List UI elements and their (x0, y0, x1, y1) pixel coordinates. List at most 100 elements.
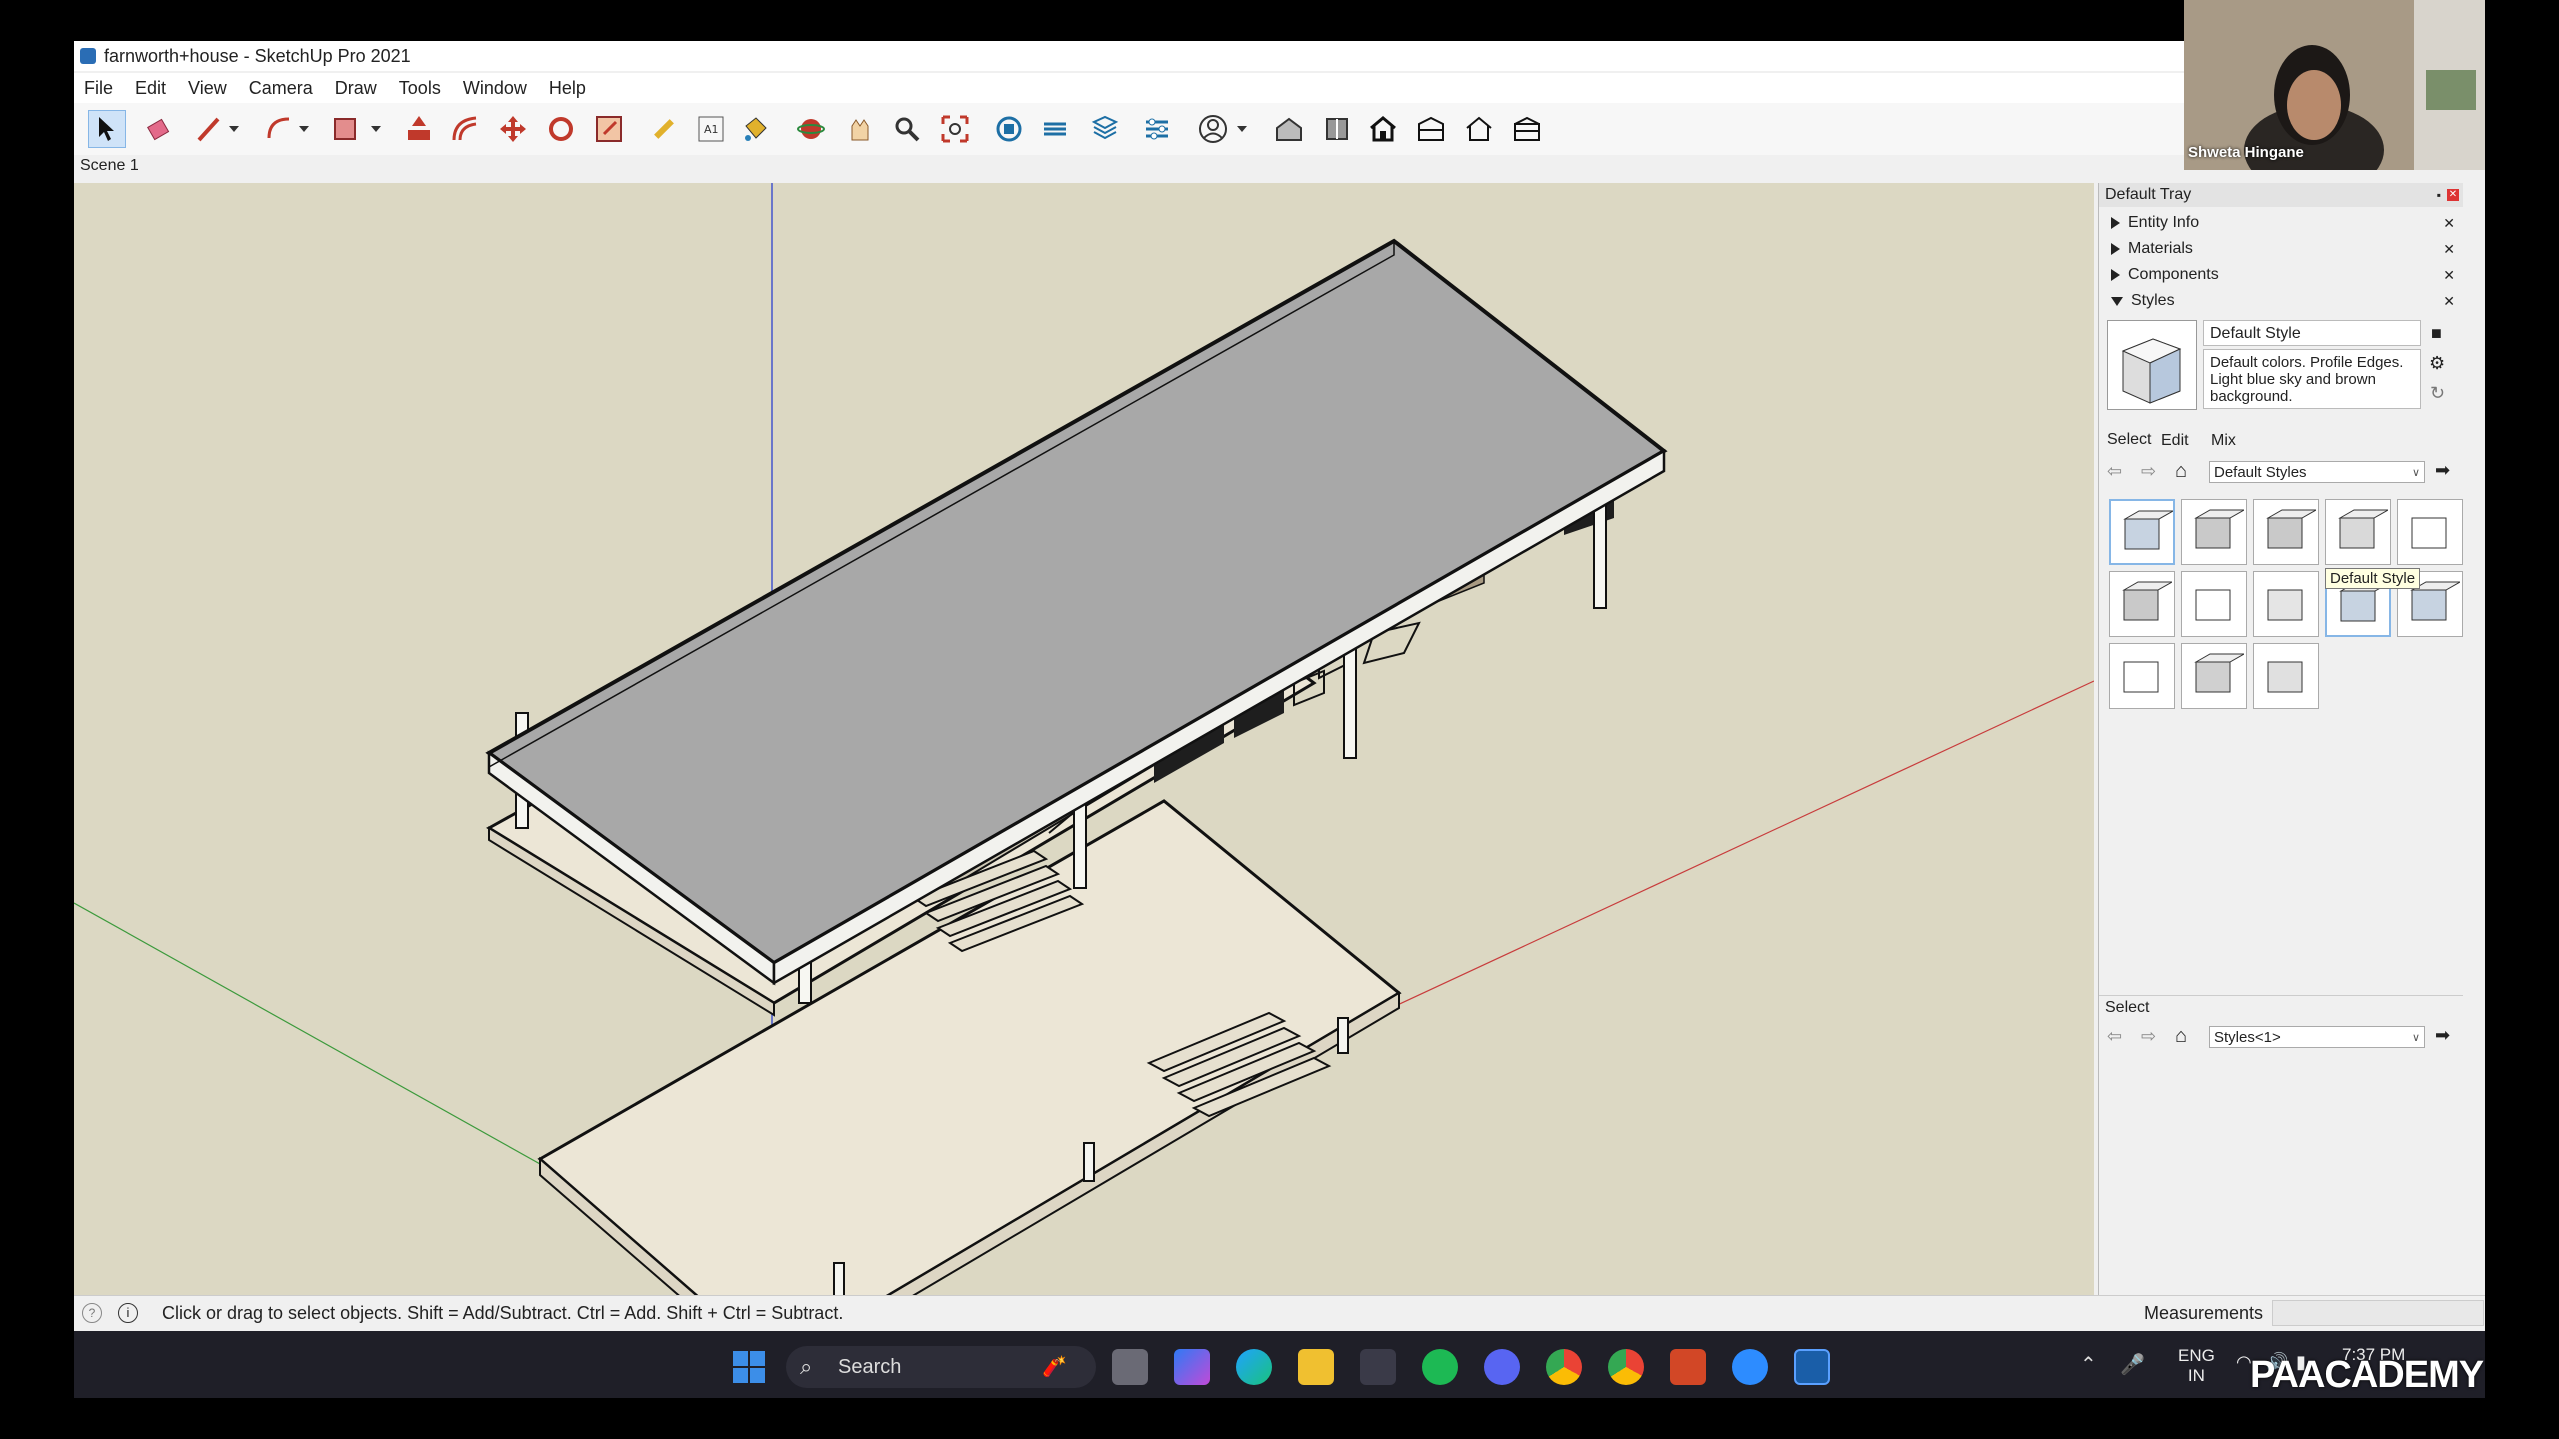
house-icon-1[interactable] (1364, 110, 1402, 148)
details-arrow-icon[interactable]: ➡ (2435, 460, 2450, 481)
move-icon[interactable] (494, 110, 532, 148)
style-description-field[interactable]: Default colors. Profile Edges. Light blu… (2203, 349, 2421, 409)
menu-window[interactable]: Window (453, 78, 539, 99)
scale-icon[interactable] (590, 110, 628, 148)
pin-icon[interactable]: ▪ (2437, 188, 2441, 202)
close-icon[interactable]: ✕ (2443, 215, 2455, 232)
style-swatch[interactable] (2181, 643, 2247, 709)
geo-location-icon[interactable]: ? (82, 1303, 102, 1323)
forward-arrow-icon[interactable]: ⇨ (2141, 1026, 2156, 1047)
windows-start-icon[interactable] (732, 1350, 766, 1384)
home-icon[interactable]: ⌂ (2175, 1025, 2187, 1048)
house-icon-2[interactable] (1412, 110, 1450, 148)
close-icon[interactable]: ✕ (2443, 267, 2455, 284)
tab-select[interactable]: Select (2107, 431, 2151, 449)
powerpoint-icon[interactable] (1670, 1349, 1706, 1385)
rectangle-tool-icon[interactable] (326, 110, 364, 148)
eraser-icon[interactable] (140, 110, 178, 148)
style-swatch[interactable] (2109, 499, 2175, 565)
dropdown-arrow-icon[interactable] (296, 110, 312, 148)
style-swatch[interactable] (2109, 571, 2175, 637)
warehouse-icon[interactable] (990, 110, 1028, 148)
style-name-field[interactable]: Default Style (2203, 320, 2421, 346)
dropdown-arrow-icon[interactable] (368, 110, 384, 148)
home-icon[interactable]: ⌂ (2175, 460, 2187, 483)
microphone-icon[interactable]: 🎤 (2120, 1352, 2145, 1377)
model-styles-select[interactable]: Styles<1> ∨ (2209, 1026, 2425, 1048)
extension-warehouse-icon[interactable] (1036, 110, 1074, 148)
style-collection-select[interactable]: Default Styles ∨ (2209, 461, 2425, 483)
copilot-icon[interactable] (1174, 1349, 1210, 1385)
instructor-info-icon[interactable]: i (118, 1303, 138, 1323)
menu-help[interactable]: Help (539, 78, 598, 99)
dropdown-arrow-icon[interactable] (1234, 110, 1250, 148)
style-swatch[interactable] (2253, 643, 2319, 709)
edge-browser-icon[interactable] (1236, 1349, 1272, 1385)
sketchup-taskbar-icon[interactable] (1794, 1349, 1830, 1385)
panel-styles[interactable]: Styles ✕ (2099, 289, 2463, 313)
style-swatch[interactable] (2253, 571, 2319, 637)
zoom-extents-icon[interactable] (936, 110, 974, 148)
text-tool-icon[interactable]: A1 (692, 110, 730, 148)
menu-draw[interactable]: Draw (325, 78, 389, 99)
tape-measure-icon[interactable] (645, 110, 683, 148)
show-hidden-icons-icon[interactable]: ⌃ (2080, 1352, 2097, 1377)
paint-bucket-icon[interactable] (736, 110, 774, 148)
menu-camera[interactable]: Camera (239, 78, 325, 99)
back-arrow-icon[interactable]: ⇦ (2107, 1026, 2122, 1047)
refresh-icon[interactable]: ↻ (2430, 383, 2445, 404)
style-swatch[interactable] (2253, 499, 2319, 565)
discord-icon[interactable] (1484, 1349, 1520, 1385)
section-cut-icon[interactable] (1318, 110, 1356, 148)
orbit-icon[interactable] (792, 110, 830, 148)
style-swatch[interactable] (2325, 499, 2391, 565)
tab-mix[interactable]: Mix (2211, 432, 2236, 450)
line-tool-icon[interactable] (190, 110, 228, 148)
select-tool-icon[interactable] (88, 110, 126, 148)
back-arrow-icon[interactable]: ⇦ (2107, 461, 2122, 482)
layout-icon[interactable] (1086, 110, 1124, 148)
extension-manager-icon[interactable] (1138, 110, 1176, 148)
zoom-icon[interactable] (888, 110, 926, 148)
panel-entity-info[interactable]: Entity Info ✕ (2099, 211, 2463, 235)
taskbar-search[interactable]: ⌕ Search 🧨 (786, 1346, 1096, 1388)
menu-edit[interactable]: Edit (125, 78, 178, 99)
push-pull-icon[interactable] (400, 110, 438, 148)
model-viewport[interactable] (74, 183, 2094, 1295)
style-swatch[interactable] (2109, 643, 2175, 709)
tray-close-icon[interactable]: ✕ (2447, 189, 2459, 201)
task-view-icon[interactable] (1112, 1349, 1148, 1385)
zoom-app-icon[interactable] (1732, 1349, 1768, 1385)
menu-tools[interactable]: Tools (389, 78, 453, 99)
panel-materials[interactable]: Materials ✕ (2099, 237, 2463, 261)
create-style-icon[interactable]: ⚙ (2429, 353, 2445, 374)
measurements-input[interactable] (2272, 1300, 2484, 1326)
close-icon[interactable]: ✕ (2443, 241, 2455, 258)
house-icon-3[interactable] (1460, 110, 1498, 148)
offset-icon[interactable] (446, 110, 484, 148)
chrome-icon[interactable] (1546, 1349, 1582, 1385)
pan-icon[interactable] (840, 110, 878, 148)
close-icon[interactable]: ✕ (2443, 293, 2455, 310)
spotify-icon[interactable] (1422, 1349, 1458, 1385)
style-swatch[interactable] (2181, 499, 2247, 565)
panel-components[interactable]: Components ✕ (2099, 263, 2463, 287)
update-style-icon[interactable]: ■ (2431, 323, 2442, 344)
rotate-icon[interactable] (542, 110, 580, 148)
app-icon[interactable] (1360, 1349, 1396, 1385)
menu-file[interactable]: File (74, 78, 125, 99)
menu-view[interactable]: View (178, 78, 239, 99)
tab-edit[interactable]: Edit (2161, 432, 2189, 450)
language-indicator[interactable]: ENG IN (2178, 1346, 2215, 1386)
file-explorer-icon[interactable] (1298, 1349, 1334, 1385)
chrome-profile-icon[interactable] (1608, 1349, 1644, 1385)
arc-tool-icon[interactable] (260, 110, 298, 148)
account-icon[interactable] (1194, 110, 1232, 148)
forward-arrow-icon[interactable]: ⇨ (2141, 461, 2156, 482)
dropdown-arrow-icon[interactable] (226, 110, 242, 148)
scene-tab[interactable]: Scene 1 (80, 157, 139, 175)
style-swatch[interactable] (2397, 499, 2463, 565)
section-plane-icon[interactable] (1270, 110, 1308, 148)
details-arrow-icon[interactable]: ➡ (2435, 1025, 2450, 1046)
house-icon-4[interactable] (1508, 110, 1546, 148)
